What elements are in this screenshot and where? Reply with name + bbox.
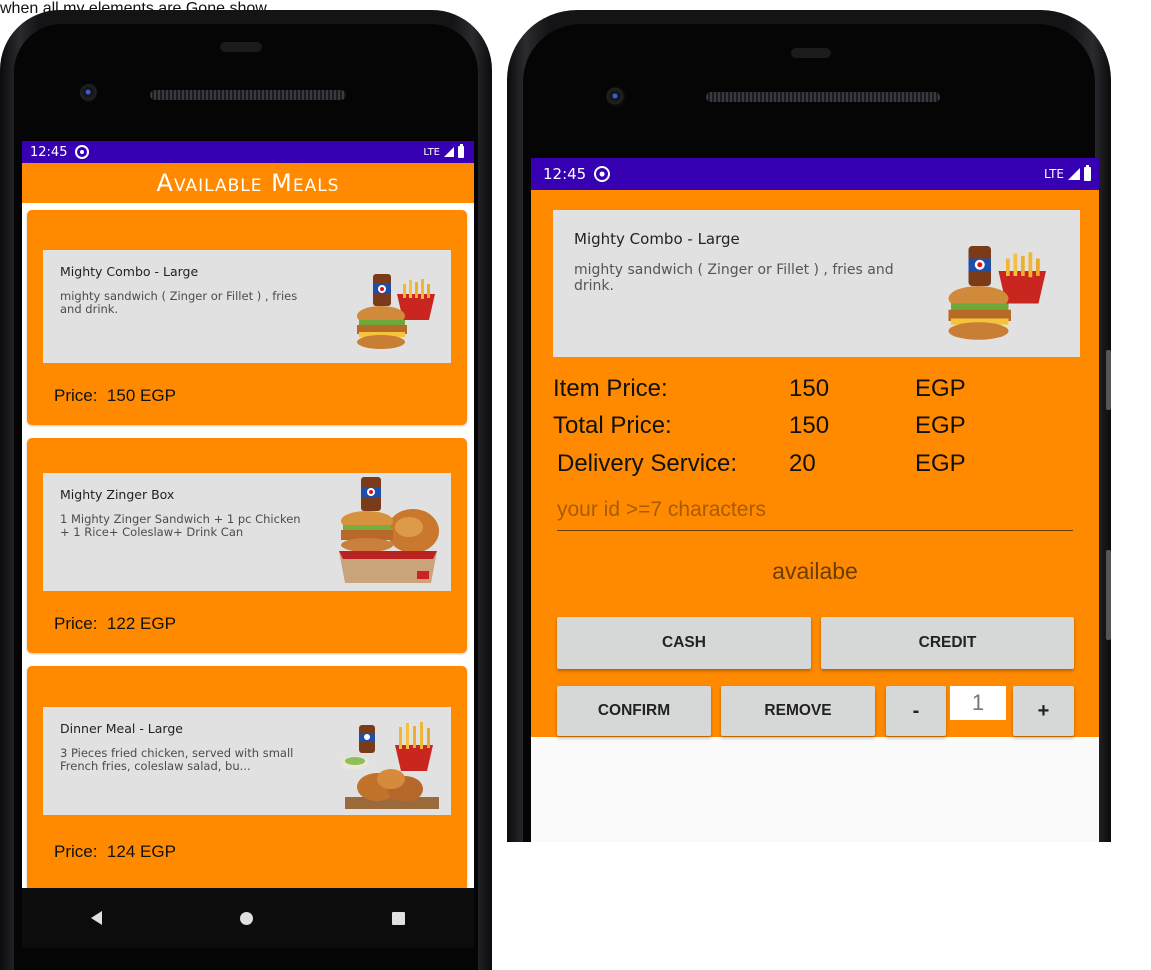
status-bar: 12:45 LTE bbox=[22, 141, 474, 163]
mighty-zinger-box-image bbox=[339, 477, 439, 583]
meal-price: Price: 122 EGP bbox=[54, 614, 176, 634]
cash-button[interactable]: CASH bbox=[557, 617, 811, 669]
status-time: 12:45 bbox=[30, 144, 68, 160]
meal-card-mighty-combo[interactable]: Mighty Combo - Large mighty sandwich ( Z… bbox=[27, 210, 467, 425]
right-phone: 12:45 LTE Mighty Combo - Large mighty sa… bbox=[507, 10, 1111, 842]
app-bar: Available Meals bbox=[22, 163, 474, 203]
total-price-label: Total Price: bbox=[553, 412, 672, 439]
remove-button[interactable]: REMOVE bbox=[721, 686, 875, 736]
speaker-grille bbox=[706, 92, 940, 102]
total-price-unit: EGP bbox=[915, 412, 966, 439]
meal-info-card: Dinner Meal - Large 3 Pieces fried chick… bbox=[43, 707, 451, 815]
price-value: 150 EGP bbox=[106, 386, 176, 405]
sync-icon bbox=[594, 166, 611, 182]
item-price-unit: EGP bbox=[915, 375, 966, 402]
availability-status: availabe bbox=[772, 558, 858, 584]
meal-description: 1 Mighty Zinger Sandwich + 1 pc Chicken … bbox=[60, 512, 301, 539]
signal-icon bbox=[444, 147, 454, 157]
meal-description: mighty sandwich ( Zinger or Fillet ) , f… bbox=[60, 289, 298, 316]
back-icon[interactable] bbox=[91, 911, 103, 925]
meal-info-card: Mighty Zinger Box 1 Mighty Zinger Sandwi… bbox=[43, 473, 451, 591]
meal-price: Price: 150 EGP bbox=[54, 386, 176, 406]
signal-icon bbox=[1068, 168, 1080, 180]
page-title: Available Meals bbox=[156, 169, 340, 197]
price-value: 122 EGP bbox=[106, 614, 176, 633]
meal-title: Mighty Zinger Box bbox=[60, 487, 175, 502]
recents-icon[interactable] bbox=[391, 911, 405, 925]
decrease-quantity-button[interactable]: - bbox=[886, 686, 946, 736]
quantity-value: 1 bbox=[950, 686, 1006, 720]
delivery-service-value: 20 bbox=[789, 450, 816, 477]
speaker-grille bbox=[150, 90, 346, 100]
volume-button bbox=[1106, 550, 1111, 640]
network-type: LTE bbox=[423, 146, 440, 158]
credit-button[interactable]: CREDIT bbox=[821, 617, 1074, 669]
power-button bbox=[1106, 350, 1111, 410]
price-label: Price: bbox=[54, 842, 98, 861]
confirm-button[interactable]: CONFIRM bbox=[557, 686, 711, 736]
home-icon[interactable] bbox=[240, 911, 254, 925]
meal-title: Dinner Meal - Large bbox=[60, 721, 183, 736]
front-camera-icon bbox=[80, 84, 98, 102]
price-value: 124 EGP bbox=[106, 842, 176, 861]
dinner-meal-image bbox=[341, 722, 439, 809]
battery-icon bbox=[458, 144, 464, 158]
delivery-service-label: Delivery Service: bbox=[557, 450, 738, 477]
meal-card-dinner-meal[interactable]: Dinner Meal - Large 3 Pieces fried chick… bbox=[27, 666, 467, 888]
price-label: Price: bbox=[54, 386, 98, 405]
price-label: Price: bbox=[54, 614, 98, 633]
left-screen: 12:45 LTE Available Meals Mighty Combo -… bbox=[22, 141, 474, 888]
order-detail-panel: Mighty Combo - Large mighty sandwich ( Z… bbox=[531, 190, 1099, 737]
mighty-combo-image bbox=[948, 246, 1046, 340]
meal-description: 3 Pieces fried chicken, served with smal… bbox=[60, 746, 294, 773]
meal-info-card: Mighty Combo - Large mighty sandwich ( Z… bbox=[43, 250, 451, 363]
total-price-value: 150 bbox=[789, 412, 830, 439]
status-bar: 12:45 LTE bbox=[531, 158, 1099, 190]
meal-price: Price: 124 EGP bbox=[54, 842, 176, 862]
meal-title: Mighty Combo - Large bbox=[574, 230, 740, 248]
speaker-slot bbox=[220, 42, 262, 52]
item-price-value: 150 bbox=[789, 375, 830, 402]
network-type: LTE bbox=[1044, 167, 1064, 181]
customer-id-input[interactable] bbox=[557, 490, 1073, 531]
meal-description: mighty sandwich ( Zinger or Fillet ) , f… bbox=[574, 262, 894, 294]
increase-quantity-button[interactable]: + bbox=[1013, 686, 1074, 736]
mighty-combo-image bbox=[357, 274, 435, 349]
sync-icon bbox=[75, 145, 90, 159]
delivery-service-unit: EGP bbox=[915, 450, 966, 477]
item-price-label: Item Price: bbox=[553, 375, 668, 402]
front-camera-icon bbox=[606, 87, 626, 107]
right-screen: 12:45 LTE Mighty Combo - Large mighty sa… bbox=[531, 158, 1099, 842]
meal-card-mighty-zinger-box[interactable]: Mighty Zinger Box 1 Mighty Zinger Sandwi… bbox=[27, 438, 467, 653]
navigation-bar bbox=[22, 888, 474, 948]
status-time: 12:45 bbox=[543, 165, 587, 183]
battery-icon bbox=[1084, 165, 1091, 181]
speaker-slot bbox=[791, 48, 831, 58]
meal-list[interactable]: Mighty Combo - Large mighty sandwich ( Z… bbox=[22, 203, 474, 888]
meal-title: Mighty Combo - Large bbox=[60, 264, 199, 279]
left-phone: 12:45 LTE Available Meals Mighty Combo -… bbox=[0, 10, 492, 970]
selected-meal-card: Mighty Combo - Large mighty sandwich ( Z… bbox=[553, 210, 1080, 357]
